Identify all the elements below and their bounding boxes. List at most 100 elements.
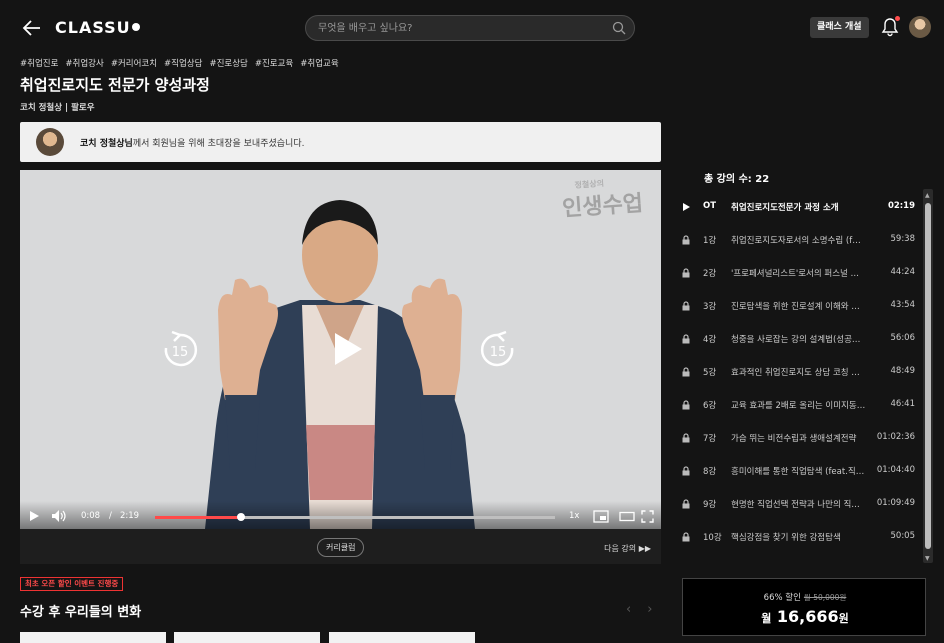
- total-duration: 2:19: [120, 511, 140, 521]
- video-player[interactable]: 정철상의 인생수업 15 15 0:08 / 2:19 1x: [20, 170, 661, 529]
- lesson-number: 2강: [703, 269, 717, 279]
- lock-icon: [682, 235, 690, 245]
- playback-speed[interactable]: 1x: [569, 511, 579, 521]
- forward-seconds: 15: [490, 345, 507, 360]
- lesson-title: 가슴 뛰는 비전수립과 생애설계전략: [731, 434, 857, 444]
- pip-icon[interactable]: [593, 510, 609, 523]
- chevron-left-icon[interactable]: ‹: [626, 602, 631, 617]
- lesson-item[interactable]: 2강 '프로페셔널리스트'로서의 퍼스널 … 44:24: [673, 255, 920, 288]
- lock-icon: [682, 367, 690, 377]
- lesson-item[interactable]: 7강 가슴 뛰는 비전수립과 생애설계전략 01:02:36: [673, 420, 920, 453]
- lesson-title: 청중을 사로잡는 강의 설계법(성공…: [731, 335, 861, 345]
- lesson-title: 진로탐색을 위한 진로설계 이해와 …: [731, 302, 860, 312]
- monthly-price: 월 16,666원: [761, 607, 849, 626]
- curriculum-button[interactable]: 커리큘럼: [317, 538, 365, 557]
- lock-icon: [682, 433, 690, 443]
- lesson-title: 현명한 직업선택 전략과 나만의 직…: [731, 500, 860, 510]
- lesson-title: 취업진로지도전문가 과정 소개: [731, 203, 839, 213]
- lesson-duration: 02:19: [887, 201, 915, 211]
- carousel-arrows: ‹ ›: [626, 602, 652, 617]
- review-card[interactable]: [174, 632, 320, 643]
- lesson-duration: 44:24: [890, 267, 916, 277]
- course-title: 취업진로지도 전문가 양성과정: [20, 76, 210, 94]
- rewind-15-icon[interactable]: 15: [160, 330, 200, 370]
- lesson-duration: 59:38: [890, 234, 916, 244]
- scroll-thumb[interactable]: [925, 203, 931, 549]
- lock-icon: [682, 466, 690, 476]
- lesson-title: 교육 효과를 2배로 올리는 이미지동…: [731, 401, 866, 411]
- coach-follow-line[interactable]: 코치 정철상 | 팔로우: [20, 101, 95, 113]
- lesson-number: 6강: [703, 401, 717, 411]
- course-tag[interactable]: #취업강사: [65, 57, 103, 69]
- course-tag[interactable]: #커리어코치: [111, 57, 157, 69]
- play-icon[interactable]: [329, 330, 365, 368]
- review-card[interactable]: [329, 632, 475, 643]
- lesson-number: 10강: [703, 533, 722, 543]
- lesson-duration: 46:41: [890, 399, 916, 409]
- lesson-number: 1강: [703, 236, 717, 246]
- lesson-item[interactable]: 6강 교육 효과를 2배로 올리는 이미지동… 46:41: [673, 387, 920, 420]
- scroll-down-icon[interactable]: ▼: [925, 555, 930, 562]
- next-lesson-button[interactable]: 다음 강의 ▶▶: [604, 543, 651, 554]
- discount-line: 66% 할인 월 50,000원: [763, 593, 847, 603]
- lock-icon: [682, 499, 690, 509]
- fullscreen-icon[interactable]: [641, 510, 654, 523]
- rewind-seconds: 15: [172, 345, 189, 360]
- invite-coach-name: 코치 정철상님: [80, 139, 133, 149]
- original-price: 월 50,000원: [803, 593, 847, 602]
- lesson-duration: 43:54: [890, 300, 916, 310]
- lesson-item[interactable]: 10강 핵심강점을 찾기 위한 강점탐색 50:05: [673, 519, 920, 552]
- search-bar[interactable]: [305, 15, 635, 41]
- lesson-duration: 01:02:36: [876, 432, 915, 442]
- lock-icon: [682, 532, 690, 542]
- price-box[interactable]: 66% 할인 월 50,000원 월 16,666원: [682, 578, 926, 636]
- lock-icon: [682, 268, 690, 278]
- video-control-bar: [20, 501, 661, 529]
- course-tag[interactable]: #취업교육: [300, 57, 338, 69]
- watermark-small-text: 정철상의: [574, 178, 605, 190]
- lesson-list: OT 취업진로지도전문가 과정 소개 02:19 1강 취업진로지도자로서의 소명수립 …: [673, 189, 920, 563]
- current-time: 0:08: [81, 511, 101, 521]
- course-tag[interactable]: #직업상담: [164, 57, 202, 69]
- progress-fill: [155, 516, 242, 519]
- lesson-duration: 50:05: [890, 531, 916, 541]
- invite-banner: 코치 정철상님께서 회원님을 위해 초대장을 보내주셨습니다.: [20, 122, 661, 162]
- lesson-number: 8강: [703, 467, 717, 477]
- lesson-item[interactable]: 3강 진로탐색을 위한 진로설계 이해와 … 43:54: [673, 288, 920, 321]
- back-arrow-icon[interactable]: [20, 16, 44, 40]
- lesson-item[interactable]: OT 취업진로지도전문가 과정 소개 02:19: [673, 189, 920, 222]
- lesson-title: '프로페셔널리스트'로서의 퍼스널 …: [731, 269, 860, 279]
- scroll-up-icon[interactable]: ▲: [925, 192, 930, 199]
- lesson-number: 3강: [703, 302, 717, 312]
- play-small-icon[interactable]: [28, 510, 40, 522]
- course-tag[interactable]: #취업진로: [20, 57, 58, 69]
- lesson-title: 취업진로지도자로서의 소명수립 (f…: [731, 236, 861, 246]
- progress-bar[interactable]: [155, 513, 555, 521]
- lesson-item[interactable]: 9강 현명한 직업선택 전략과 나만의 직… 01:09:49: [673, 486, 920, 519]
- lesson-number: 9강: [703, 500, 717, 510]
- open-class-button[interactable]: 클래스 개설: [810, 17, 869, 38]
- search-icon[interactable]: [612, 21, 626, 35]
- lesson-item[interactable]: 4강 청중을 사로잡는 강의 설계법(성공… 56:06: [673, 321, 920, 354]
- volume-icon[interactable]: [51, 509, 67, 523]
- lesson-scrollbar[interactable]: ▲ ▼: [923, 189, 933, 563]
- lesson-title: 핵심강점을 찾기 위한 강점탐색: [731, 533, 841, 543]
- chevron-right-icon[interactable]: ›: [647, 602, 652, 617]
- section-title: 수강 후 우리들의 변화: [20, 605, 142, 620]
- next-arrows-icon: ▶▶: [638, 544, 651, 553]
- course-tag[interactable]: #진로교육: [255, 57, 293, 69]
- lesson-duration: 01:04:40: [876, 465, 915, 475]
- theater-mode-icon[interactable]: [619, 511, 635, 522]
- forward-15-icon[interactable]: 15: [478, 330, 518, 370]
- lesson-item[interactable]: 8강 흥미이해를 통한 직업탐색 (feat.직… 01:04:40: [673, 453, 920, 486]
- user-avatar[interactable]: [909, 16, 931, 38]
- lesson-item[interactable]: 5강 효과적인 취업진로지도 상담 코칭 … 48:49: [673, 354, 920, 387]
- lesson-duration: 01:09:49: [876, 498, 915, 508]
- lesson-item[interactable]: 1강 취업진로지도자로서의 소명수립 (f… 59:38: [673, 222, 920, 255]
- course-tag[interactable]: #진로상담: [209, 57, 247, 69]
- classu-logo[interactable]: CLASSU: [55, 18, 140, 37]
- logo-dot-icon: [131, 23, 140, 31]
- review-card[interactable]: [20, 632, 166, 643]
- search-input[interactable]: [318, 20, 598, 36]
- lesson-number: 4강: [703, 335, 717, 345]
